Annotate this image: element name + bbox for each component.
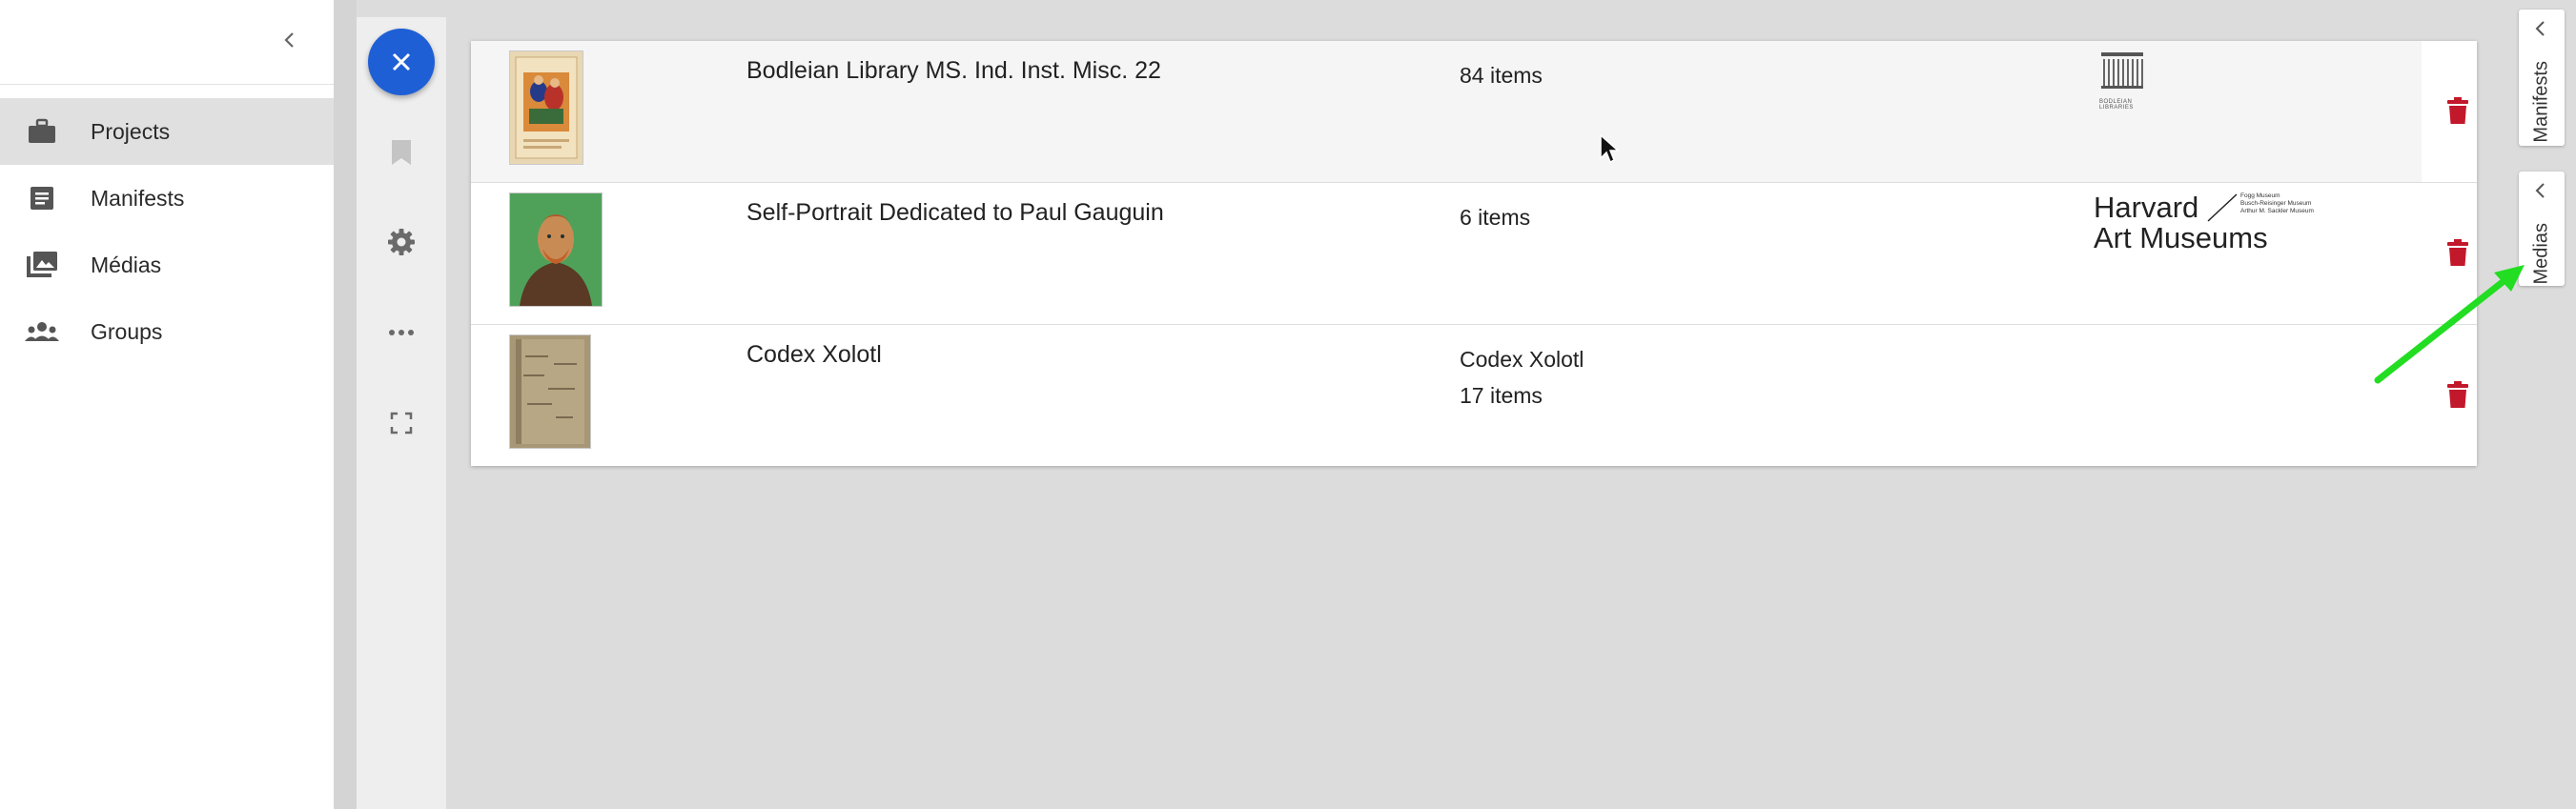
- manifest-title: Bodleian Library MS. Ind. Inst. Misc. 22: [746, 57, 1161, 84]
- briefcase-icon: [21, 115, 63, 148]
- harvard-logo-small-text: Fogg Museum Busch-Reisinger Museum Arthu…: [2240, 192, 2314, 215]
- images-icon: [21, 249, 63, 281]
- window-toolbar: [357, 17, 446, 809]
- count-line-1: 84 items: [1460, 63, 1543, 88]
- count-line-2: 17 items: [1460, 383, 1543, 408]
- trash-icon: [2447, 239, 2468, 266]
- codex-thumbnail: [509, 334, 591, 449]
- bookmark-icon: [392, 140, 411, 165]
- harvard-logo-slash: [2207, 193, 2238, 222]
- document-icon: [21, 182, 63, 214]
- manifest-item-count: 84 items: [1460, 57, 1543, 93]
- harvard-logo-small-line: Busch-Reisinger Museum: [2240, 200, 2312, 207]
- count-line-1: Codex Xolotl: [1460, 347, 1584, 372]
- chevron-left-icon: [2535, 21, 2545, 36]
- manifest-title: Codex Xolotl: [746, 341, 882, 368]
- trash-icon: [2447, 97, 2468, 124]
- list-item[interactable]: Self-Portrait Dedicated to Paul Gauguin …: [471, 183, 2477, 325]
- harvard-logo-line-2: Art Museums: [2094, 221, 2268, 254]
- sidebar-item-label: Médias: [91, 252, 162, 277]
- fullscreen-icon: [390, 412, 413, 435]
- sidebar-nav: Projects Manifests Médias Groups: [0, 98, 334, 365]
- delete-button[interactable]: [2438, 233, 2478, 273]
- delete-button[interactable]: [2438, 91, 2478, 131]
- gear-icon: [388, 229, 415, 255]
- harvard-logo-small-line: Fogg Museum: [2240, 192, 2280, 199]
- close-window-button[interactable]: [368, 29, 435, 95]
- tab-label: Manifests: [2530, 61, 2552, 143]
- tab-medias[interactable]: Medias: [2519, 172, 2565, 286]
- close-icon: [392, 52, 411, 71]
- mouse-cursor-icon: [1600, 133, 1620, 164]
- delete-button[interactable]: [2438, 374, 2478, 415]
- chevron-left-icon: [2535, 183, 2545, 198]
- sidebar-item-label: Groups: [91, 318, 163, 344]
- harvard-logo-line-1: Harvard: [2094, 191, 2199, 224]
- trash-icon: [2447, 381, 2468, 408]
- more-options-button[interactable]: [378, 310, 424, 355]
- manuscript-thumbnail: [509, 51, 583, 165]
- sidebar-divider: [334, 0, 357, 809]
- collapse-sidebar-button[interactable]: [275, 25, 305, 55]
- groups-icon: [21, 315, 63, 348]
- sidebar: Projects Manifests Médias Groups: [0, 0, 334, 809]
- count-line-1: 6 items: [1460, 205, 1531, 230]
- bodleian-logo-text: BODLEIAN LIBRARIES: [2099, 99, 2134, 111]
- list-item[interactable]: Codex Xolotl Codex Xolotl 17 items: [471, 325, 2477, 466]
- sidebar-item-projects[interactable]: Projects: [0, 98, 334, 165]
- painting-thumbnail: [509, 192, 603, 307]
- sidebar-header: [0, 0, 334, 85]
- harvard-logo-small-line: Arthur M. Sackler Museum: [2240, 208, 2314, 214]
- list-item[interactable]: Bodleian Library MS. Ind. Inst. Misc. 22…: [471, 41, 2477, 183]
- sidebar-item-manifests[interactable]: Manifests: [0, 165, 334, 232]
- sidebar-item-label: Manifests: [91, 185, 185, 211]
- more-horiz-icon: [389, 330, 414, 335]
- chevron-left-icon: [284, 32, 294, 48]
- manifest-title: Self-Portrait Dedicated to Paul Gauguin: [746, 199, 1164, 226]
- bookmark-button[interactable]: [378, 130, 424, 175]
- tab-manifests[interactable]: Manifests: [2519, 10, 2565, 146]
- manifest-item-count: Codex Xolotl 17 items: [1460, 341, 1584, 414]
- tab-label: Medias: [2530, 223, 2552, 285]
- manifest-list: Bodleian Library MS. Ind. Inst. Misc. 22…: [471, 41, 2477, 466]
- provider-logo-bodleian: BODLEIAN LIBRARIES: [2099, 51, 2157, 111]
- sidebar-item-medias[interactable]: Médias: [0, 232, 334, 298]
- sidebar-item-label: Projects: [91, 118, 171, 144]
- manifest-item-count: 6 items: [1460, 199, 1530, 235]
- fullscreen-button[interactable]: [378, 400, 424, 446]
- sidebar-item-groups[interactable]: Groups: [0, 298, 334, 365]
- settings-button[interactable]: [378, 219, 424, 265]
- provider-logo-harvard: Harvard Art Museums Fogg Museum Busch-Re…: [2094, 192, 2341, 253]
